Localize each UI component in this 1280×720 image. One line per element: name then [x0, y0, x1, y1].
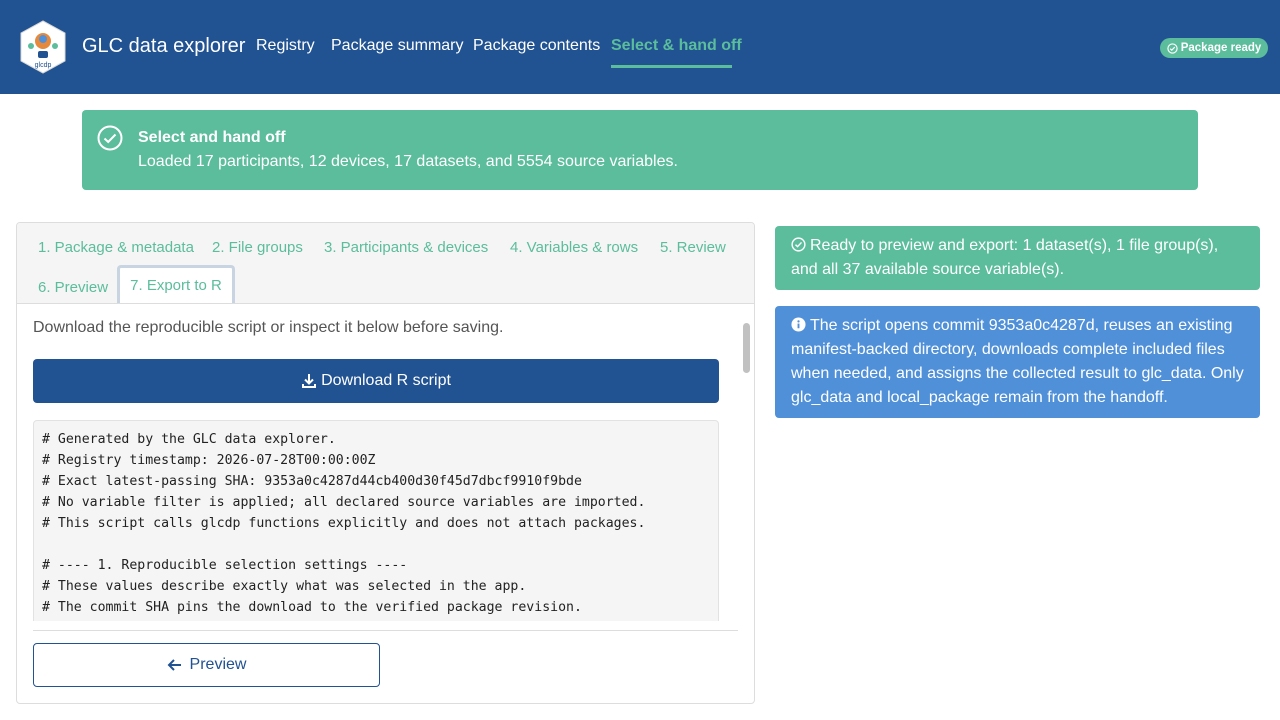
download-r-script-label: Download R script	[321, 372, 451, 389]
status-banner: Select and hand off Loaded 17 participan…	[82, 110, 1198, 190]
download-r-script-button[interactable]: Download R script	[33, 359, 719, 403]
nav-registry[interactable]: Registry	[256, 37, 315, 55]
code-line: # This script calls glcdp functions expl…	[42, 516, 646, 531]
export-instructions: Download the reproducible script or insp…	[33, 319, 504, 336]
preview-back-label: Preview	[189, 656, 247, 673]
active-nav-indicator	[611, 65, 732, 68]
download-icon	[302, 374, 317, 388]
wizard-tabs: 1. Package & metadata 2. File groups 3. …	[17, 223, 754, 304]
panel-scrollbar-thumb[interactable]	[743, 323, 750, 373]
preview-back-button[interactable]: Preview	[33, 643, 380, 687]
package-ready-label: Package ready	[1180, 42, 1262, 54]
ready-to-export-text: Ready to preview and export: 1 dataset(s…	[791, 237, 1219, 278]
card-divider	[33, 630, 738, 631]
code-line: # Registry timestamp: 2026-07-28T00:00:0…	[42, 453, 376, 468]
arrow-left-icon	[167, 659, 181, 671]
code-line: # These values describe exactly what was…	[42, 579, 527, 594]
code-line: # Exact latest-passing SHA: 9353a0c4287d…	[42, 474, 582, 489]
banner-text: Loaded 17 participants, 12 devices, 17 d…	[138, 153, 678, 170]
export-panel: Download the reproducible script or insp…	[33, 319, 721, 621]
script-info-text: The script opens commit 9353a0c4287d, re…	[791, 317, 1244, 406]
svg-text:glcdp: glcdp	[35, 62, 52, 69]
top-navbar: glcdp GLC data explorer Registry Package…	[0, 0, 1280, 94]
tab-preview[interactable]: 6. Preview	[38, 279, 108, 296]
tab-variables-rows[interactable]: 4. Variables & rows	[510, 239, 638, 256]
check-circle-icon	[97, 125, 123, 151]
tab-package-metadata[interactable]: 1. Package & metadata	[38, 239, 194, 256]
tab-review[interactable]: 5. Review	[660, 239, 726, 256]
info-circle-icon	[791, 317, 806, 332]
code-line: # Generated by the GLC data explorer.	[42, 432, 336, 447]
check-circle-icon	[791, 237, 806, 252]
package-ready-badge: Package ready	[1160, 38, 1268, 58]
nav-package-summary[interactable]: Package summary	[331, 37, 464, 55]
banner-title: Select and hand off	[138, 129, 286, 146]
nav-select-hand-off[interactable]: Select & hand off	[611, 37, 742, 55]
tab-participants-devices[interactable]: 3. Participants & devices	[324, 239, 488, 256]
tab-file-groups[interactable]: 2. File groups	[212, 239, 303, 256]
nav-package-contents[interactable]: Package contents	[473, 37, 600, 55]
glcdp-logo[interactable]: glcdp	[20, 20, 66, 74]
code-line: # ---- 1. Reproducible selection setting…	[42, 558, 408, 573]
code-line: # No variable filter is applied; all dec…	[42, 495, 646, 510]
app-brand[interactable]: GLC data explorer	[82, 35, 245, 58]
check-circle-icon	[1167, 42, 1178, 54]
wizard-card: 1. Package & metadata 2. File groups 3. …	[16, 222, 755, 704]
tab-export-to-r[interactable]: 7. Export to R	[117, 265, 235, 303]
script-info-alert: The script opens commit 9353a0c4287d, re…	[775, 306, 1260, 418]
ready-to-export-alert: Ready to preview and export: 1 dataset(s…	[775, 226, 1260, 290]
r-script-preview[interactable]: # Generated by the GLC data explorer. # …	[33, 420, 719, 621]
code-line: # The commit SHA pins the download to th…	[42, 600, 582, 615]
